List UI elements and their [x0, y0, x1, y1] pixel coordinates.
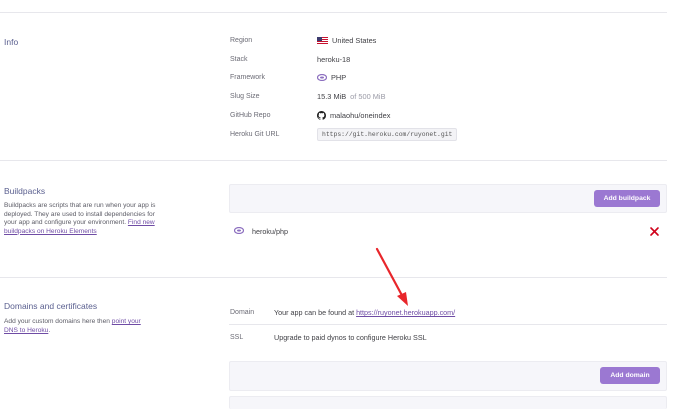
domains-list-panel	[229, 396, 667, 409]
domain-text: Your app can be found at	[274, 308, 355, 317]
stack-value: heroku-18	[317, 55, 350, 64]
app-url-link[interactable]: https://ruyonet.herokuapp.com/	[356, 308, 455, 317]
domain-row: Your app can be found at https://ruyonet…	[274, 308, 455, 317]
domain-label: Domain	[230, 309, 255, 316]
github-repo-text: malaohu/oneindex	[330, 111, 391, 120]
buildpacks-section-title: Buildpacks	[4, 186, 46, 196]
add-buildpack-button[interactable]: Add buildpack	[594, 190, 660, 207]
region-label: Region	[230, 37, 253, 44]
stack-label: Stack	[230, 56, 248, 63]
info-section-title: Info	[4, 37, 19, 47]
slug-size-value: 15.3 MiB of 500 MiB	[317, 92, 386, 101]
buildpacks-divider	[0, 277, 667, 278]
php-icon	[233, 226, 245, 235]
slug-size-label: Slug Size	[230, 93, 260, 100]
domains-description: Add your custom domains here then point …	[4, 318, 154, 335]
github-repo-value[interactable]: malaohu/oneindex	[317, 111, 390, 120]
framework-text: PHP	[331, 73, 347, 82]
add-domain-button[interactable]: Add domain	[600, 367, 660, 384]
ssl-text: Upgrade to paid dynos to configure Herok…	[274, 333, 427, 342]
region-value: United States	[317, 36, 376, 45]
info-divider	[0, 160, 667, 161]
domain-row-divider	[229, 324, 667, 325]
top-divider	[0, 12, 667, 13]
annotation-arrow-icon	[375, 247, 408, 306]
us-flag-icon	[317, 37, 328, 44]
domains-description-suffix: .	[48, 326, 51, 334]
git-url-label: Heroku Git URL	[230, 131, 280, 138]
git-url-value[interactable]: https://git.heroku.com/ruyonet.git	[317, 128, 458, 141]
region-text: United States	[332, 36, 377, 45]
buildpack-item	[233, 226, 245, 236]
domains-section-title: Domains and certificates	[4, 301, 98, 311]
github-repo-label: GitHub Repo	[230, 112, 271, 119]
php-icon	[317, 74, 327, 81]
framework-label: Framework	[230, 74, 266, 81]
stack-text: heroku-18	[317, 55, 351, 64]
git-url-code: https://git.heroku.com/ruyonet.git	[317, 128, 458, 141]
ssl-label: SSL	[230, 334, 244, 341]
slug-size-text: 15.3 MiB	[317, 92, 347, 101]
domains-description-text: Add your custom domains here then	[4, 318, 110, 325]
close-icon[interactable]	[649, 226, 660, 237]
github-icon	[317, 111, 326, 120]
slug-size-limit: of 500 MiB	[350, 92, 386, 101]
buildpacks-description: Buildpacks are scripts that are run when…	[4, 202, 159, 236]
framework-value: PHP	[317, 73, 346, 82]
buildpack-name: heroku/php	[252, 227, 288, 236]
